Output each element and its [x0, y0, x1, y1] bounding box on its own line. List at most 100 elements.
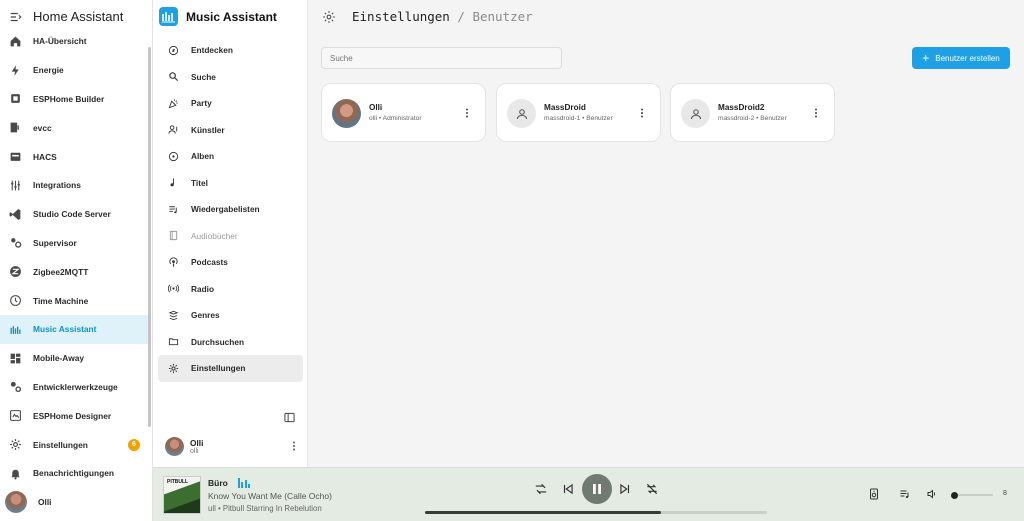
user-card[interactable]: Olli olli • Administrator: [321, 83, 486, 142]
user-card[interactable]: MassDroid massdroid-1 • Benutzer: [496, 83, 661, 142]
breadcrumb: Einstellungen / Benutzer: [322, 8, 533, 25]
more-vertical-icon[interactable]: [810, 107, 822, 119]
create-user-label: Benutzer erstellen: [935, 53, 1000, 63]
create-user-button[interactable]: + Benutzer erstellen: [912, 47, 1010, 69]
user-subtitle: massdroid-1 • Benutzer: [544, 115, 613, 122]
volume-knob[interactable]: [951, 492, 958, 499]
ma-nav-item-12[interactable]: Einstellungen: [158, 355, 303, 382]
ma-nav-item-10[interactable]: Genres: [158, 302, 303, 329]
breadcrumb-separator: /: [457, 9, 465, 24]
album-cover[interactable]: PITBULL: [163, 476, 201, 514]
ha-nav-label: HA-Übersicht: [33, 36, 87, 47]
more-vertical-icon[interactable]: [461, 107, 473, 119]
ha-nav-item-3[interactable]: evcc: [0, 113, 150, 142]
ma-nav-label: Einstellungen: [191, 363, 246, 374]
ma-nav-item-5[interactable]: Titel: [158, 170, 303, 197]
cog-icon: [9, 438, 22, 451]
now-playing-player[interactable]: Büro: [208, 478, 251, 488]
ha-nav-item-12[interactable]: Entwicklerwerkzeuge: [0, 373, 150, 402]
lightning-icon: [9, 64, 22, 77]
ma-nav-item-3[interactable]: Künstler: [158, 117, 303, 144]
volume-slider[interactable]: [953, 494, 993, 496]
search-icon: [168, 71, 179, 82]
ma-nav-item-0[interactable]: Entdecken: [158, 37, 303, 64]
menu-collapse-icon[interactable]: [9, 10, 23, 24]
equalizer-icon: [237, 478, 251, 488]
search-input[interactable]: Suche: [321, 47, 562, 69]
home-icon: [9, 35, 22, 48]
breadcrumb-current[interactable]: Einstellungen: [352, 9, 450, 24]
ha-nav-item-8[interactable]: Zigbee2MQTT: [0, 257, 150, 286]
previous-icon[interactable]: [561, 482, 575, 496]
ha-nav-item-0[interactable]: HA-Übersicht: [0, 27, 150, 56]
zigbee-icon: [9, 265, 22, 278]
ha-nav-label: Supervisor: [33, 237, 77, 248]
vscode-icon: [9, 208, 22, 221]
ma-nav-item-4[interactable]: Alben: [158, 143, 303, 170]
ma-nav-item-8[interactable]: Podcasts: [158, 249, 303, 276]
ma-nav-item-9[interactable]: Radio: [158, 276, 303, 303]
ha-nav-item-2[interactable]: ESPHome Builder: [0, 85, 150, 114]
person-icon: [681, 99, 710, 128]
ha-nav-item-10[interactable]: Music Assistant: [0, 314, 150, 344]
main-content: Einstellungen / Benutzer Suche + Benutze…: [308, 0, 1024, 467]
sidebar-scrollbar[interactable]: [148, 47, 151, 427]
podcast-icon: [168, 257, 179, 268]
ha-nav-item-7[interactable]: Supervisor: [0, 229, 150, 258]
ha-nav-item-5[interactable]: Integrations: [0, 171, 150, 200]
sidebar-toggle-icon[interactable]: [284, 412, 295, 423]
shuffle-icon[interactable]: [534, 482, 548, 496]
ha-nav-item-11[interactable]: Mobile-Away: [0, 344, 150, 373]
ma-nav-item-2[interactable]: Party: [158, 90, 303, 117]
album-icon: [168, 151, 179, 162]
user-card[interactable]: MassDroid2 massdroid-2 • Benutzer: [670, 83, 835, 142]
user-avatar: [165, 436, 184, 456]
supervisor-icon: [9, 236, 22, 249]
pause-button[interactable]: [582, 474, 612, 504]
track-artist[interactable]: ull • Pitbull Starring In Rebelution: [208, 504, 322, 513]
ha-nav-label: Einstellungen: [33, 439, 88, 450]
ma-user-sub: olli: [190, 447, 199, 455]
ha-nav-item-6[interactable]: Studio Code Server: [0, 200, 150, 229]
more-vertical-icon[interactable]: [636, 107, 648, 119]
ma-user-name: Olli: [190, 437, 204, 448]
hacs-icon: [9, 150, 22, 163]
ha-nav-item-13[interactable]: ESPHome Designer: [0, 401, 150, 430]
ha-nav-item-4[interactable]: HACS: [0, 142, 150, 171]
ma-header: Music Assistant: [153, 0, 307, 33]
repeat-off-icon[interactable]: [645, 482, 659, 496]
ha-nav-item-15[interactable]: Benachrichtigungen: [0, 459, 150, 488]
ha-nav-item-16[interactable]: Olli: [0, 488, 150, 517]
ha-nav-label: Zigbee2MQTT: [33, 266, 89, 277]
ma-nav-item-11[interactable]: Durchsuchen: [158, 329, 303, 356]
artist-icon: [168, 124, 179, 135]
ha-nav-item-1[interactable]: Energie: [0, 56, 150, 85]
user-name: MassDroid2: [718, 103, 765, 112]
ha-nav-label: ESPHome Builder: [33, 93, 105, 104]
volume-icon[interactable]: [926, 488, 938, 500]
ma-user[interactable]: Olli olli: [165, 435, 300, 457]
ha-nav-label: Integrations: [33, 180, 81, 191]
pause-icon: [593, 484, 601, 494]
next-icon[interactable]: [618, 482, 632, 496]
ma-nav: Entdecken Suche Party Künstler Alben Titel Wie…: [153, 37, 308, 382]
ha-nav-item-9[interactable]: Time Machine: [0, 286, 150, 315]
queue-icon[interactable]: [899, 488, 911, 500]
notification-badge: 6: [128, 438, 140, 451]
ha-nav-label: evcc: [33, 122, 52, 133]
ma-nav-item-1[interactable]: Suche: [158, 64, 303, 91]
ma-nav-item-6[interactable]: Wiedergabelisten: [158, 196, 303, 223]
track-title[interactable]: Know You Want Me (Calle Ocho): [208, 491, 332, 501]
ha-nav-label: Benachrichtigungen: [33, 468, 114, 479]
speaker-icon[interactable]: [868, 488, 880, 500]
more-vertical-icon[interactable]: [288, 440, 300, 452]
music-note-icon: [168, 177, 179, 188]
progress-bar[interactable]: [425, 511, 767, 514]
ha-nav-item-14[interactable]: Einstellungen 6: [0, 430, 150, 459]
player-bar: PITBULL Büro Know You Want Me (Calle Och…: [153, 467, 1024, 521]
ma-nav-label: Künstler: [191, 124, 225, 135]
music-assistant-icon: [9, 323, 22, 336]
ma-nav-item-7[interactable]: Audiobücher: [158, 223, 303, 250]
compass-icon: [168, 45, 179, 56]
plus-icon: +: [922, 51, 930, 65]
